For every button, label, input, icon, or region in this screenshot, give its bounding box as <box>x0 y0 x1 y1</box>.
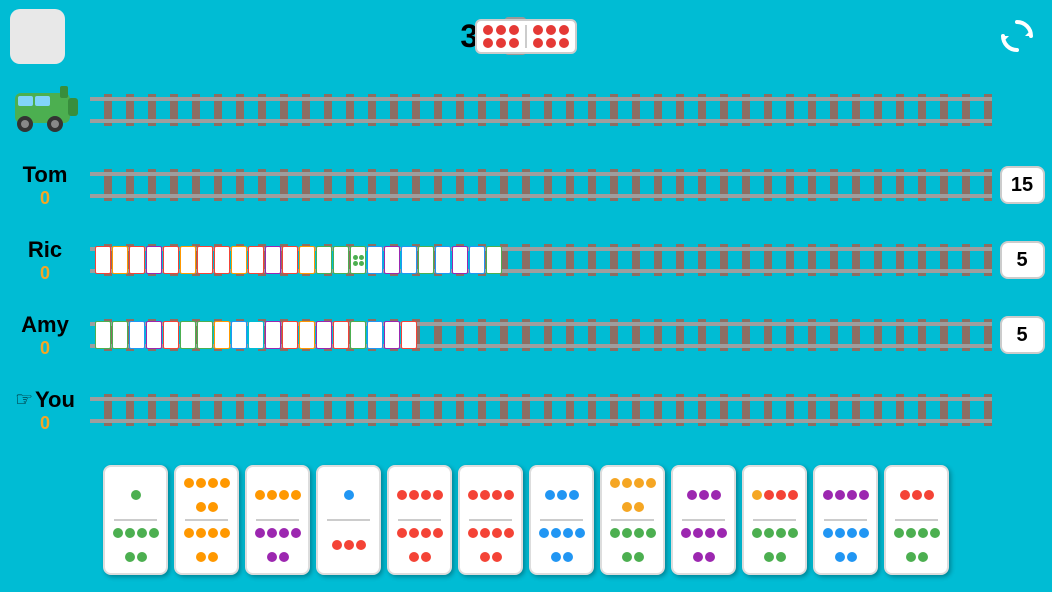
hand-domino-4[interactable] <box>316 465 381 575</box>
hand-domino-1-top <box>109 471 162 518</box>
hand-domino-1-bottom <box>109 522 162 569</box>
train-track-row <box>90 73 992 148</box>
hand-domino-8-top <box>606 471 659 518</box>
tom-track <box>90 169 992 201</box>
player-arrow-you: ☞ <box>15 387 33 412</box>
ric-score-box: 5 <box>1000 241 1045 279</box>
hand-domino-2[interactable] <box>174 465 239 575</box>
ric-track-row <box>90 223 992 298</box>
hand-domino-9-bottom <box>677 522 730 569</box>
player-slot-you: ☞ You 0 <box>0 373 90 448</box>
hand-domino-2-bottom <box>180 522 233 569</box>
you-track-row <box>90 373 992 448</box>
player-score-ric: 0 <box>40 263 50 284</box>
hand-area <box>0 448 1052 592</box>
tom-track-row <box>90 148 992 223</box>
player-score-tom: 0 <box>40 188 50 209</box>
top-bar: 30 <box>0 0 1052 73</box>
hand-domino-12-bottom <box>890 522 943 569</box>
hand-domino-3-top <box>251 471 304 518</box>
hand-domino-1[interactable] <box>103 465 168 575</box>
amy-score-box: 5 <box>1000 316 1045 354</box>
domino-display <box>475 19 577 54</box>
player-name-amy: Amy <box>21 312 69 338</box>
hand-domino-10-bottom <box>748 522 801 569</box>
hand-domino-7-top <box>535 471 588 518</box>
player-name-tom: Tom <box>23 162 68 188</box>
score-badges: 15 5 5 <box>992 73 1052 448</box>
game-area: Tom 0 Ric 0 Amy 0 ☞ You 0 <box>0 73 1052 448</box>
hand-domino-11[interactable] <box>813 465 878 575</box>
hand-domino-4-bottom <box>322 522 375 569</box>
player-slot-ric: Ric 0 <box>0 223 90 298</box>
player-name-you: You <box>35 387 75 413</box>
tom-score-badge: 15 <box>992 148 1052 223</box>
tom-score-box: 15 <box>1000 166 1045 204</box>
amy-score-badge: 5 <box>992 298 1052 373</box>
hand-domino-12[interactable] <box>884 465 949 575</box>
player-slot-tom: Tom 0 <box>0 148 90 223</box>
hand-domino-2-top <box>180 471 233 518</box>
hand-domino-11-bottom <box>819 522 872 569</box>
hand-domino-7-bottom <box>535 522 588 569</box>
hand-domino-8-bottom <box>606 522 659 569</box>
hand-domino-5-top <box>393 471 446 518</box>
hand-domino-3[interactable] <box>245 465 310 575</box>
you-track <box>90 394 992 426</box>
player-score-amy: 0 <box>40 338 50 359</box>
train-score-badge <box>992 73 1052 148</box>
hand-domino-5-bottom <box>393 522 446 569</box>
hand-domino-6-top <box>464 471 517 518</box>
hand-domino-7[interactable] <box>529 465 594 575</box>
player-name-ric: Ric <box>28 237 62 263</box>
amy-dominoes-on-track <box>95 321 417 349</box>
hand-domino-4-top <box>322 471 375 518</box>
player-slot-amy: Amy 0 <box>0 298 90 373</box>
hand-domino-10-top <box>748 471 801 518</box>
train-track <box>90 94 992 126</box>
hand-domino-12-top <box>890 471 943 518</box>
hand-domino-9[interactable] <box>671 465 736 575</box>
you-score-badge <box>992 373 1052 448</box>
hand-domino-5[interactable] <box>387 465 452 575</box>
hand-domino-6-bottom <box>464 522 517 569</box>
player-score-you: 0 <box>40 413 50 434</box>
train-icon <box>10 78 80 143</box>
amy-track-row <box>90 298 992 373</box>
hand-domino-6[interactable] <box>458 465 523 575</box>
hand-domino-8[interactable] <box>600 465 665 575</box>
hand-domino-11-top <box>819 471 872 518</box>
train-player-slot <box>0 73 90 148</box>
game-container: 30 <box>0 0 1052 592</box>
hand-domino-10[interactable] <box>742 465 807 575</box>
hand-domino-9-top <box>677 471 730 518</box>
refresh-button[interactable] <box>992 11 1042 61</box>
tracks-area <box>90 73 992 448</box>
ric-score-badge: 5 <box>992 223 1052 298</box>
ric-dominoes-on-track <box>95 246 502 274</box>
player-labels: Tom 0 Ric 0 Amy 0 ☞ You 0 <box>0 73 90 448</box>
hand-domino-3-bottom <box>251 522 304 569</box>
home-button[interactable] <box>10 9 65 64</box>
